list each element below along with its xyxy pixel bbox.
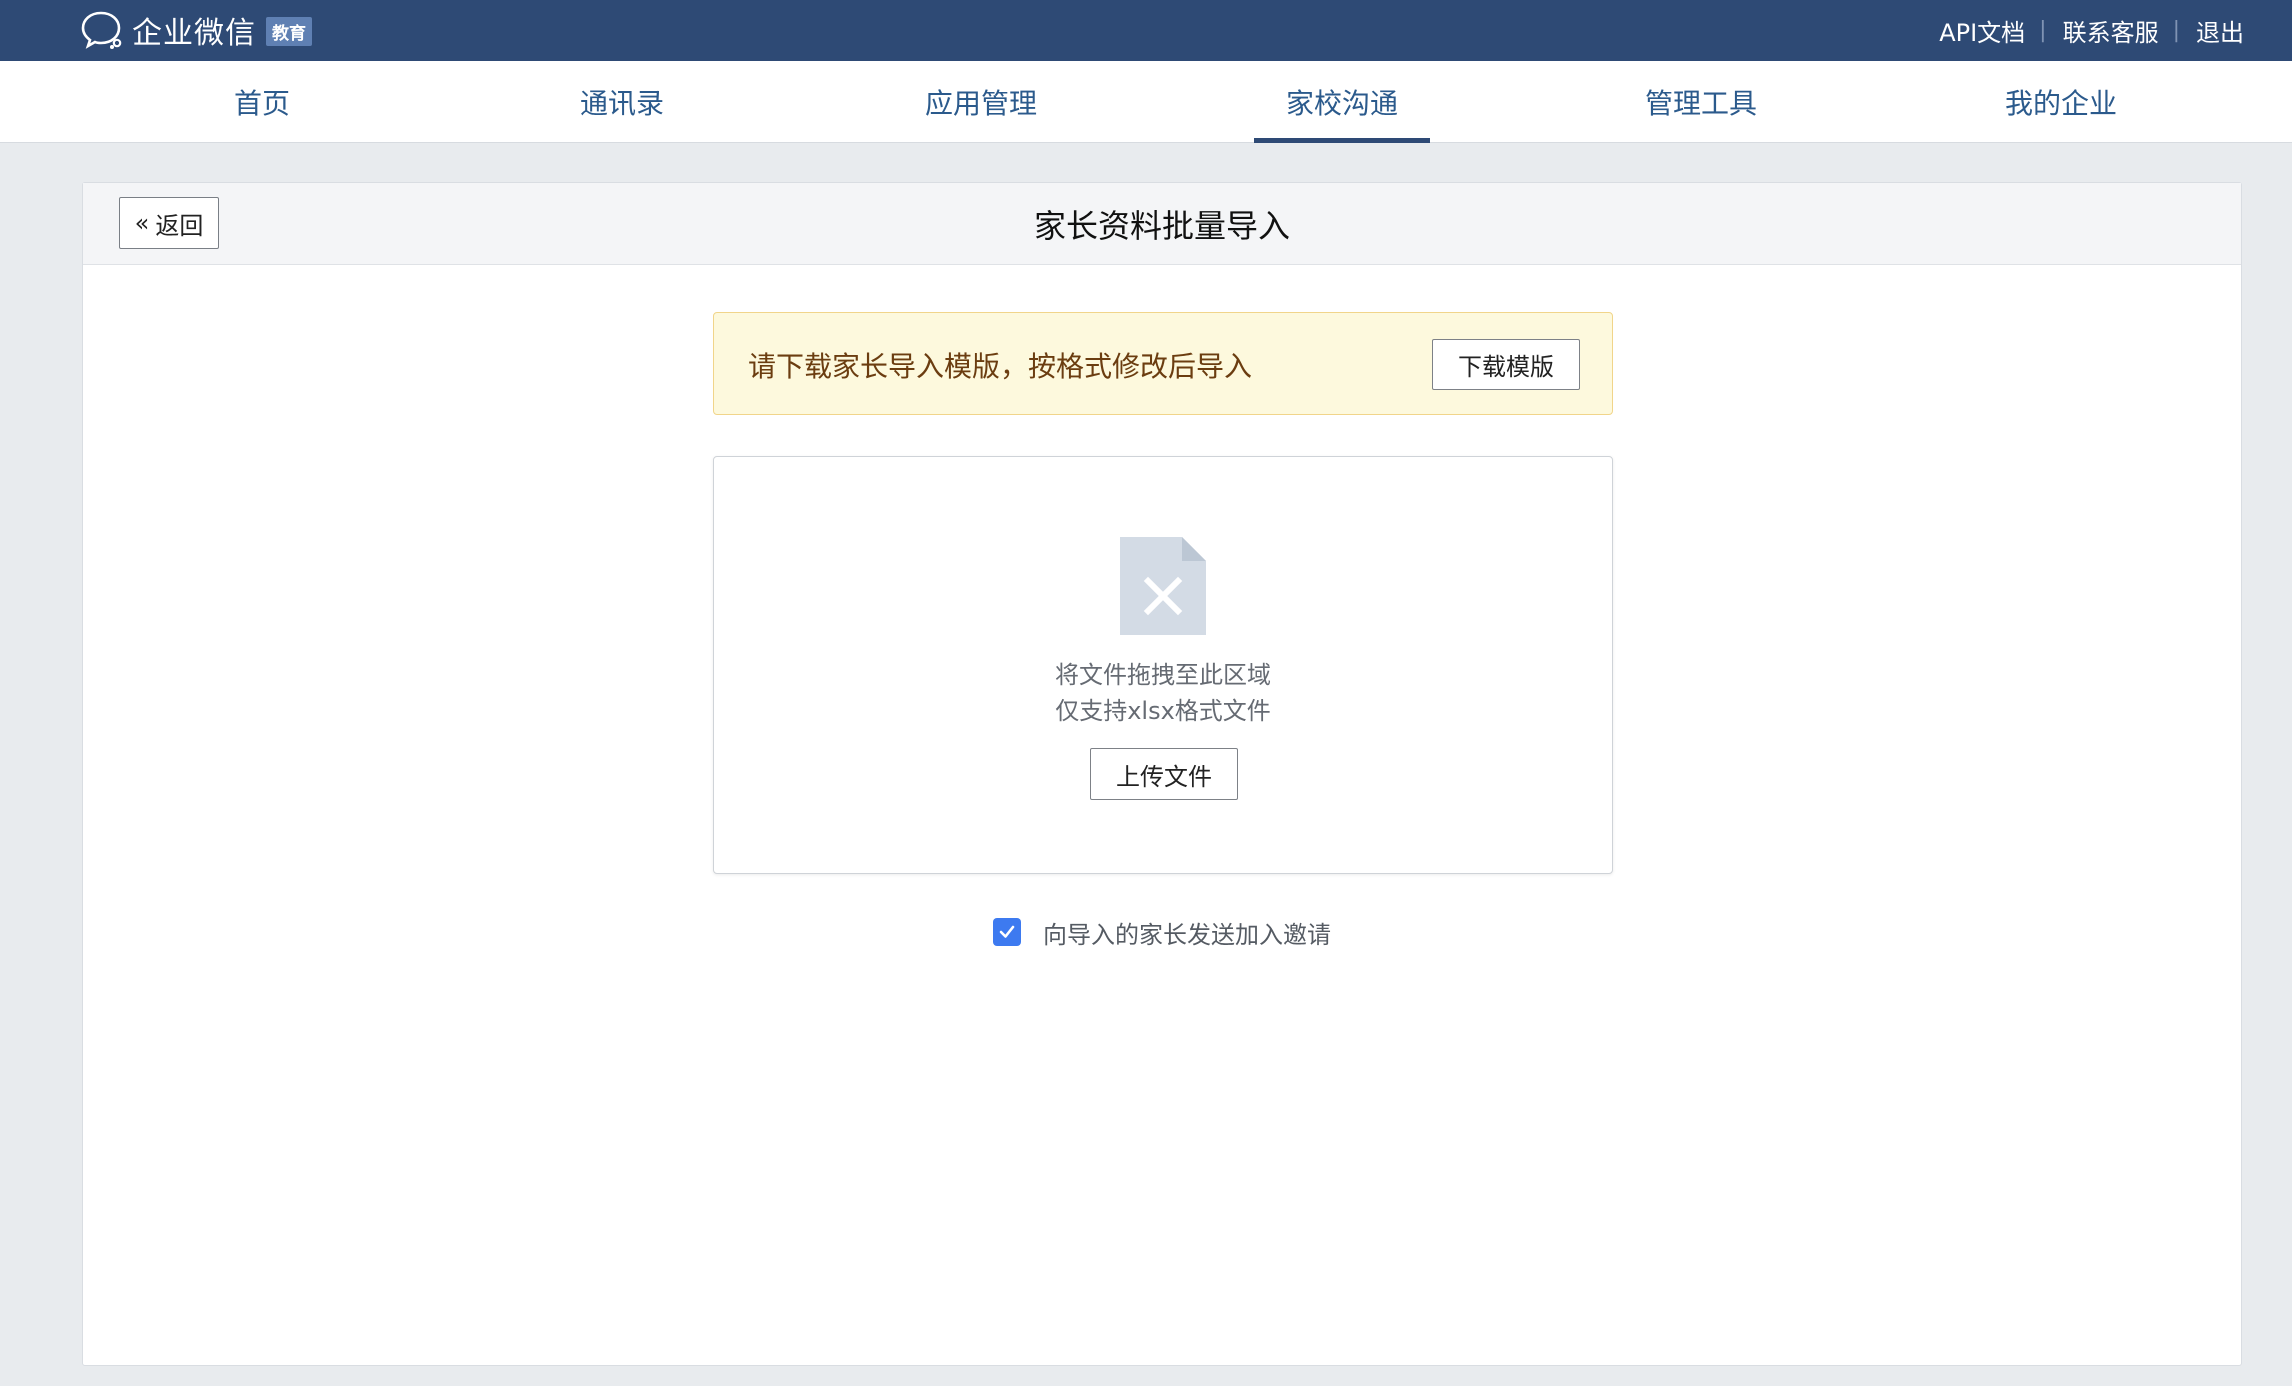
double-chevron-left-icon: « [134, 209, 150, 237]
api-docs-link[interactable]: API文档 [1939, 13, 2025, 48]
download-template-button[interactable]: 下载模版 [1432, 339, 1580, 390]
nav-item-app-management[interactable]: 应用管理 [906, 61, 1056, 143]
template-notice: 请下载家长导入模版，按格式修改后导入 下载模版 [713, 312, 1613, 415]
excel-file-icon [1120, 537, 1206, 635]
nav-item-my-enterprise[interactable]: 我的企业 [1986, 61, 2136, 143]
logo[interactable]: 企业微信 教育 [80, 8, 312, 52]
logo-text: 企业微信 [132, 16, 256, 51]
send-invite-label: 向导入的家长发送加入邀请 [1043, 920, 1331, 949]
edu-badge: 教育 [266, 16, 312, 46]
page-title: 家长资料批量导入 [1033, 207, 1290, 245]
send-invite-option[interactable]: 向导入的家长发送加入邀请 [993, 912, 1331, 952]
nav-item-label: 管理工具 [1644, 87, 1757, 120]
top-links: API文档 | 联系客服 | 退出 [1939, 0, 2244, 61]
nav-item-label: 通讯录 [579, 87, 664, 120]
contact-support-link[interactable]: 联系客服 [2063, 13, 2159, 48]
upload-file-button[interactable]: 上传文件 [1090, 748, 1238, 800]
top-bar: 企业微信 教育 API文档 | 联系客服 | 退出 [0, 0, 2292, 61]
nav-item-home[interactable]: 首页 [200, 61, 324, 143]
notice-text: 请下载家长导入模版，按格式修改后导入 [748, 349, 1253, 383]
back-button[interactable]: « 返回 [119, 197, 219, 249]
nav-item-contacts[interactable]: 通讯录 [550, 61, 694, 143]
send-invite-checkbox[interactable] [993, 918, 1021, 946]
link-divider: | [2039, 18, 2047, 43]
nav-item-admin-tools[interactable]: 管理工具 [1626, 61, 1776, 143]
active-tab-underline [1254, 138, 1430, 143]
file-drop-zone[interactable]: 将文件拖拽至此区域 仅支持xlsx格式文件 上传文件 [713, 456, 1613, 874]
link-divider: | [2172, 18, 2180, 43]
nav-item-label: 应用管理 [924, 87, 1037, 120]
main-nav: 首页 通讯录 应用管理 家校沟通 管理工具 我的企业 [0, 61, 2292, 143]
import-card: 家长资料批量导入 « 返回 请下载家长导入模版，按格式修改后导入 下载模版 将文… [82, 182, 2242, 1366]
nav-item-label: 我的企业 [2004, 87, 2117, 120]
drop-hint: 将文件拖拽至此区域 [1055, 661, 1271, 689]
nav-item-label: 首页 [233, 87, 290, 120]
checkmark-icon [999, 925, 1015, 938]
card-header: 家长资料批量导入 « 返回 [83, 183, 2241, 265]
logout-link[interactable]: 退出 [2196, 13, 2244, 48]
back-button-label: 返回 [155, 211, 204, 240]
nav-item-label: 家校沟通 [1285, 87, 1398, 120]
nav-item-home-school[interactable]: 家校沟通 [1254, 61, 1430, 143]
wecom-logo-icon [81, 11, 122, 49]
format-hint: 仅支持xlsx格式文件 [1055, 697, 1271, 725]
